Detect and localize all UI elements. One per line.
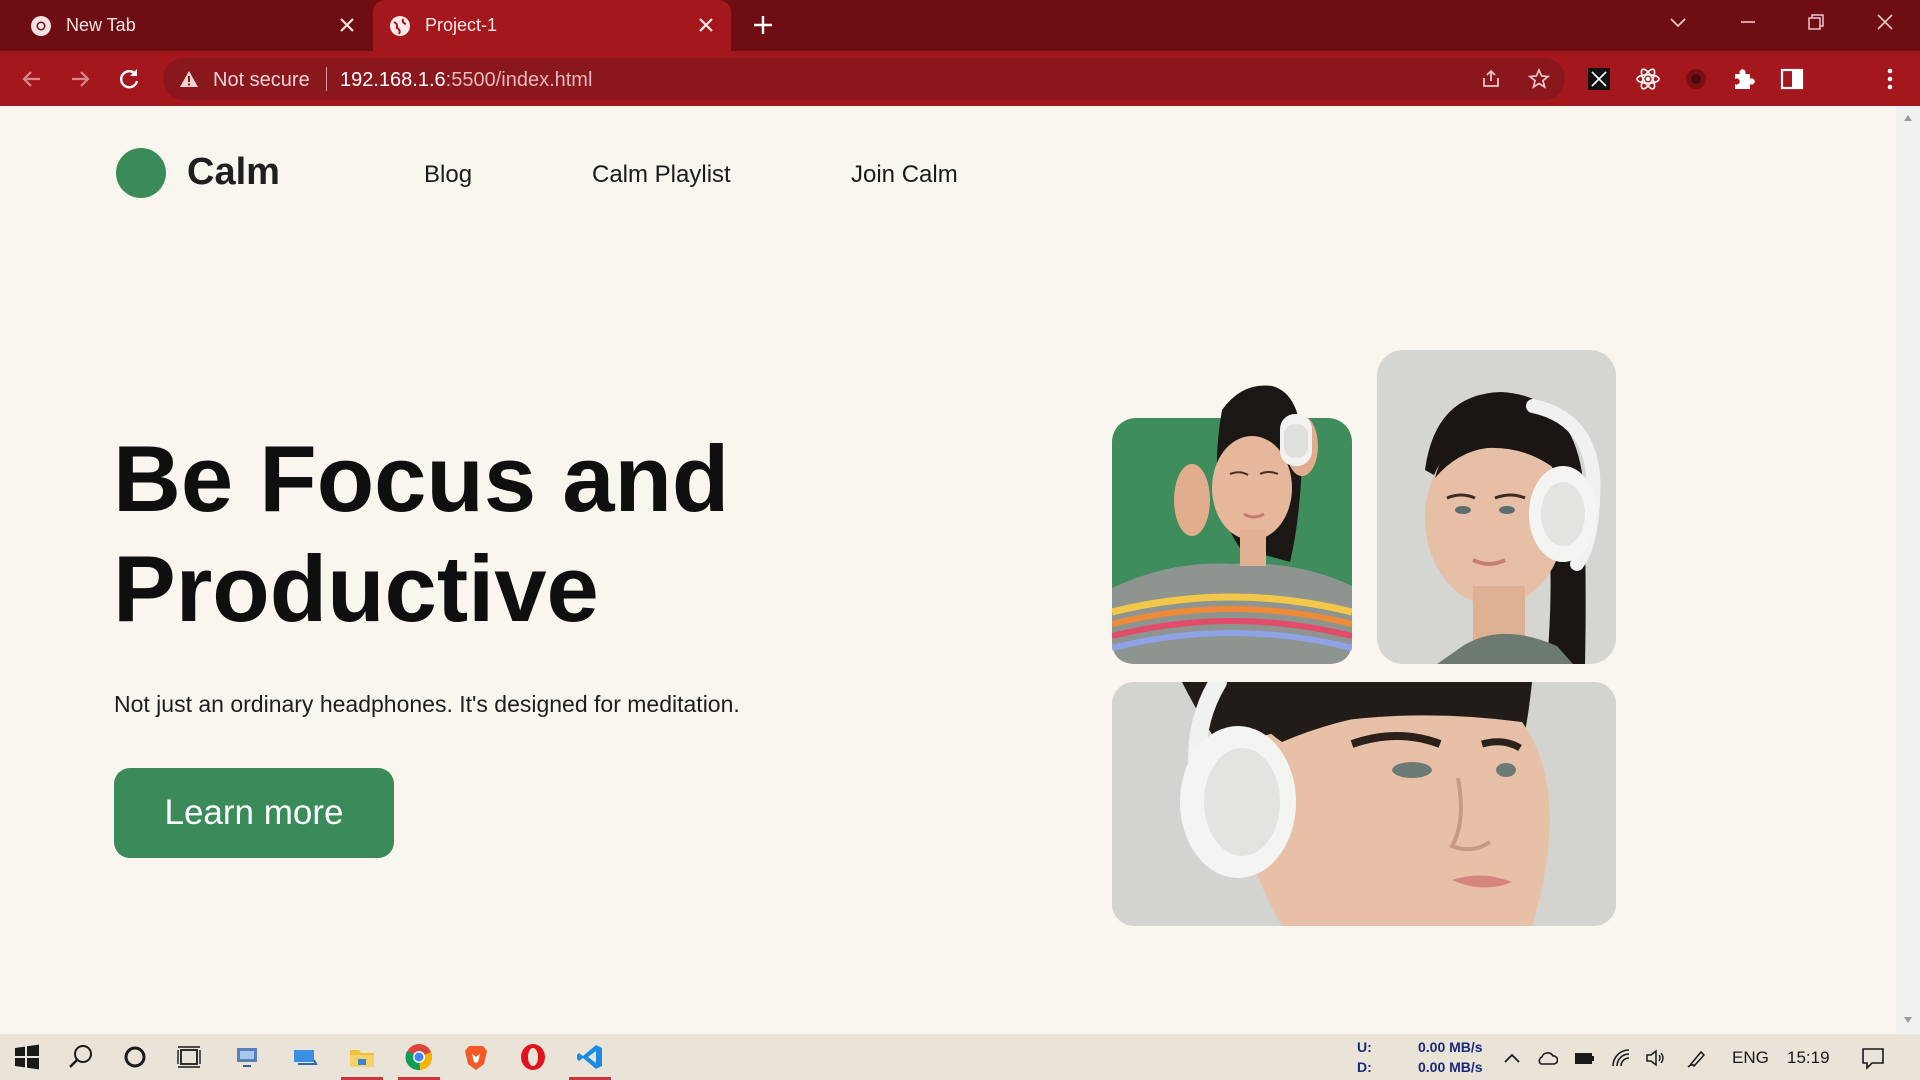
tab-new-tab[interactable]: New Tab <box>0 0 372 51</box>
share-icon[interactable] <box>1479 67 1503 91</box>
extension-react-icon[interactable] <box>1634 65 1662 93</box>
volume-icon[interactable] <box>1644 1047 1666 1069</box>
url-host: 192.168.1.6 <box>340 69 446 91</box>
onedrive-cloud-icon[interactable] <box>1536 1047 1558 1069</box>
warning-triangle-icon[interactable] <box>179 70 199 88</box>
divider <box>326 67 327 91</box>
hero-subtitle: Not just an ordinary headphones. It's de… <box>114 691 740 717</box>
restore-icon[interactable] <box>1804 10 1828 34</box>
globe-icon <box>390 15 410 36</box>
windows-taskbar: U: D: 0.00 MB/s 0.00 MB/s ENG 15:19 <box>0 1034 1920 1080</box>
minimize-icon[interactable] <box>1736 10 1760 34</box>
net-upload-label: U: <box>1357 1039 1372 1055</box>
clock-time[interactable]: 15:19 <box>1787 1048 1830 1068</box>
side-panel-icon[interactable] <box>1778 65 1806 93</box>
browser-tab-strip: New Tab Project-1 <box>0 0 1920 51</box>
net-download-label: D: <box>1357 1059 1372 1075</box>
learn-more-button[interactable]: Learn more <box>114 768 394 858</box>
cortana-icon[interactable] <box>120 1042 150 1072</box>
logo-circle[interactable] <box>116 148 166 198</box>
hero-title-line-2: Productive <box>113 536 599 641</box>
wifi-icon[interactable] <box>1610 1047 1632 1069</box>
hero-title-line-1: Be Focus and <box>113 426 730 531</box>
url-path: :5500/index.html <box>445 69 593 91</box>
language-indicator[interactable]: ENG <box>1732 1048 1769 1068</box>
tab-search-chevron-icon[interactable] <box>1666 10 1690 34</box>
tab-project-1[interactable]: Project-1 <box>373 0 731 51</box>
address-bar[interactable]: Not secure 192.168.1.6:5500/index.html <box>163 58 1565 100</box>
task-view-icon[interactable] <box>174 1042 204 1072</box>
close-icon[interactable] <box>338 16 356 34</box>
new-tab-plus-icon[interactable] <box>752 14 774 36</box>
window-close-icon[interactable] <box>1873 10 1897 34</box>
hero-image-woman-closeup <box>1112 682 1616 926</box>
page-viewport: Calm Blog Calm Playlist Join Calm Be Foc… <box>0 106 1896 1034</box>
show-hidden-icons-chevron-icon[interactable] <box>1501 1047 1523 1069</box>
tab-title: Project-1 <box>425 15 498 35</box>
hero-image-woman-profile <box>1377 350 1616 664</box>
brave-icon[interactable] <box>461 1042 491 1072</box>
chrome-icon <box>31 15 51 36</box>
nav-link-calm-playlist[interactable]: Calm Playlist <box>592 161 731 189</box>
tab-title: New Tab <box>66 15 136 35</box>
app-computer-icon[interactable] <box>290 1042 320 1072</box>
windows-start-icon[interactable] <box>12 1042 42 1072</box>
browser-toolbar: Not secure 192.168.1.6:5500/index.html <box>0 51 1920 145</box>
hero-image-woman-sweater <box>1112 350 1352 664</box>
vscode-icon[interactable] <box>575 1042 605 1072</box>
file-explorer-icon[interactable] <box>347 1042 377 1072</box>
search-icon[interactable] <box>66 1042 96 1072</box>
scroll-up-arrow-icon[interactable] <box>1903 114 1913 122</box>
nav-link-blog[interactable]: Blog <box>424 161 472 189</box>
forward-arrow-icon[interactable] <box>66 65 94 93</box>
extension-record-icon[interactable] <box>1682 65 1710 93</box>
opera-icon[interactable] <box>518 1042 548 1072</box>
menu-kebab-icon[interactable] <box>1876 65 1904 93</box>
close-icon[interactable] <box>697 16 715 34</box>
hero-title: Be Focus and Productive <box>113 424 973 644</box>
bookmark-star-icon[interactable] <box>1527 67 1551 91</box>
security-status-label[interactable]: Not secure <box>213 69 310 92</box>
notifications-icon[interactable] <box>1860 1045 1886 1071</box>
reload-icon[interactable] <box>115 65 143 93</box>
back-arrow-icon[interactable] <box>18 65 46 93</box>
extension-screenshot-icon[interactable] <box>1585 65 1613 93</box>
pen-ink-icon[interactable] <box>1686 1047 1708 1069</box>
scroll-down-arrow-icon[interactable] <box>1903 1016 1913 1024</box>
net-download-value: 0.00 MB/s <box>1418 1059 1483 1075</box>
nav-link-join-calm[interactable]: Join Calm <box>851 161 958 189</box>
net-upload-value: 0.00 MB/s <box>1418 1039 1483 1055</box>
app-settings-monitor-icon[interactable] <box>232 1042 262 1072</box>
page-scrollbar[interactable] <box>1896 106 1920 1034</box>
url-text[interactable]: 192.168.1.6:5500/index.html <box>340 69 592 92</box>
logo-text[interactable]: Calm <box>187 151 280 194</box>
extensions-puzzle-icon[interactable] <box>1730 65 1758 93</box>
chrome-app-icon[interactable] <box>404 1042 434 1072</box>
battery-icon[interactable] <box>1573 1047 1595 1069</box>
